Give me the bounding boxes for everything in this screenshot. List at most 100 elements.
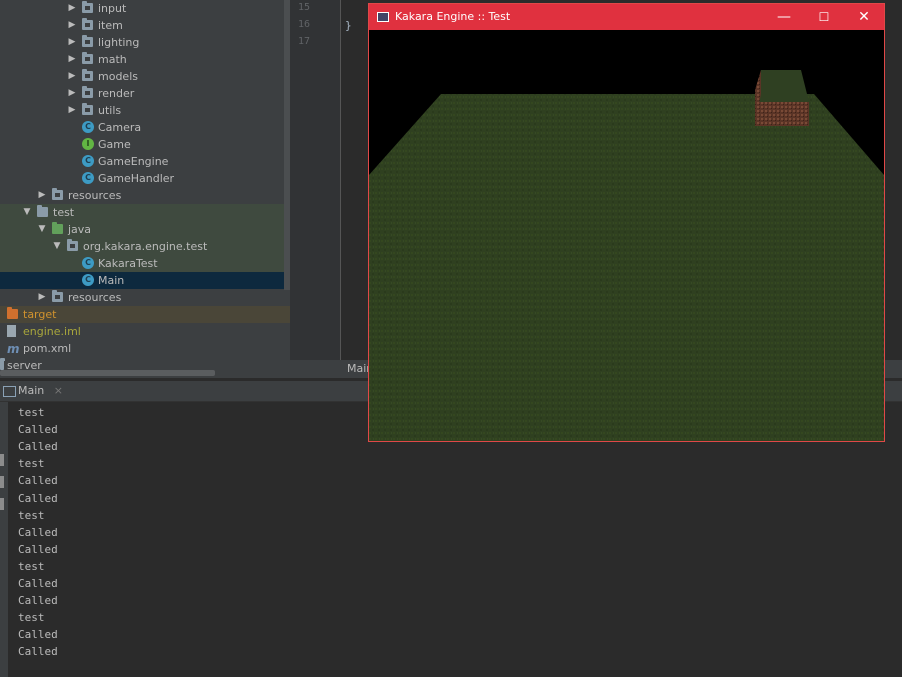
folder-icon	[7, 307, 18, 319]
app-icon	[377, 12, 389, 22]
class-icon: C	[82, 274, 94, 286]
collapsed-arrow-icon[interactable]: ▶	[67, 102, 77, 119]
tree-item-label: engine.iml	[23, 325, 81, 338]
tree-item[interactable]: ▶ math	[0, 51, 290, 68]
tree-item-label: Camera	[98, 121, 142, 134]
tree-item[interactable]: C GameEngine	[0, 153, 290, 170]
tree-item-label: resources	[68, 291, 122, 304]
close-window-button[interactable]: ✕	[845, 4, 883, 30]
expanded-arrow-icon[interactable]: ▼	[52, 238, 62, 255]
folder-icon	[82, 35, 93, 47]
folder-icon	[82, 52, 93, 64]
tree-item[interactable]: I Game	[0, 136, 290, 153]
collapsed-arrow-icon[interactable]: ▶	[67, 34, 77, 51]
tree-item[interactable]: m pom.xml	[0, 340, 290, 357]
game-window[interactable]: Kakara Engine :: Test — ☐ ✕	[368, 3, 885, 442]
tree-item-label: KakaraTest	[98, 257, 158, 270]
tree-item[interactable]: ▼ org.kakara.engine.test	[0, 238, 290, 255]
folder-icon	[52, 222, 63, 234]
tree-item[interactable]: ▶ models	[0, 68, 290, 85]
collapsed-arrow-icon[interactable]: ▶	[67, 17, 77, 34]
tree-item[interactable]: target	[0, 306, 290, 323]
folder-icon	[37, 205, 48, 217]
console-line: Called	[18, 645, 58, 659]
game-window-title: Kakara Engine :: Test	[395, 10, 511, 23]
code-line[interactable]: }	[345, 19, 352, 32]
collapsed-arrow-icon[interactable]: ▶	[67, 0, 77, 17]
console-line: Called	[18, 577, 58, 590]
class-icon: C	[82, 257, 94, 269]
run-tab-main[interactable]: Main ×	[0, 381, 73, 401]
tree-item-label: input	[98, 2, 127, 15]
tree-item-label: test	[53, 206, 75, 219]
tree-item[interactable]: C Main	[0, 272, 290, 289]
collapsed-arrow-icon[interactable]: ▶	[37, 289, 47, 306]
tree-item[interactable]: ▼ test	[0, 204, 290, 221]
console-line: Called	[18, 474, 58, 488]
console-line: test	[18, 559, 45, 573]
stop-icon[interactable]	[0, 476, 4, 488]
tree-item-label: Main	[98, 274, 125, 287]
maximize-button[interactable]: ☐	[805, 4, 843, 30]
game-viewport[interactable]	[369, 30, 884, 441]
tree-item[interactable]: ▶ render	[0, 85, 290, 102]
minimize-button[interactable]: —	[765, 4, 803, 30]
folder-icon	[82, 1, 93, 13]
line-number: 15	[298, 2, 311, 13]
tree-item-label: lighting	[98, 36, 140, 49]
horizontal-scrollbar[interactable]	[0, 370, 215, 376]
run-tab-label: Main	[18, 384, 45, 397]
tree-item-label: models	[98, 70, 138, 83]
tree-item[interactable]: C GameHandler	[0, 170, 290, 187]
tree-item[interactable]: C Camera	[0, 119, 290, 136]
tree-item-label: Game	[98, 138, 131, 151]
tree-item-label: pom.xml	[23, 342, 72, 355]
collapsed-arrow-icon[interactable]: ▶	[67, 51, 77, 68]
folder-icon	[52, 188, 63, 200]
console-line: test	[18, 611, 45, 625]
tree-item-label: resources	[68, 189, 122, 202]
project-tree: ▶ input ▶ item ▶ lighting ▶ math ▶ models ▶ render ▶…	[0, 0, 290, 378]
collapsed-arrow-icon[interactable]: ▶	[37, 187, 47, 204]
collapsed-arrow-icon[interactable]: ▶	[67, 85, 77, 102]
tree-item[interactable]: ▶ resources	[0, 289, 290, 306]
package-icon	[67, 239, 78, 251]
tree-item-label: item	[98, 19, 123, 32]
run-console-icon	[3, 386, 16, 397]
line-number: 17	[298, 36, 311, 47]
console-line: Called	[18, 440, 58, 454]
module-icon	[0, 358, 5, 370]
console-line: test	[18, 508, 45, 522]
module-file-icon	[7, 325, 16, 337]
console-line: Called	[18, 423, 58, 437]
tree-item[interactable]: C KakaraTest	[0, 255, 290, 272]
expanded-arrow-icon[interactable]: ▼	[37, 221, 47, 238]
tree-item[interactable]: ▶ utils	[0, 102, 290, 119]
class-icon: C	[82, 172, 94, 184]
console-line: Called	[18, 525, 58, 539]
maven-icon: m	[7, 342, 20, 356]
tree-item[interactable]: ▶ item	[0, 17, 290, 34]
console-line: Called	[18, 542, 58, 556]
console-line: test	[18, 457, 45, 471]
tree-item-label: GameHandler	[98, 172, 175, 185]
folder-icon	[52, 290, 63, 302]
expanded-arrow-icon[interactable]: ▼	[22, 204, 32, 221]
scroll-icon[interactable]	[0, 498, 4, 510]
tree-item[interactable]: engine.iml	[0, 323, 290, 340]
collapsed-arrow-icon[interactable]: ▶	[67, 68, 77, 85]
tree-item[interactable]: ▶ lighting	[0, 34, 290, 51]
tree-item-label: org.kakara.engine.test	[83, 240, 208, 253]
tree-item[interactable]: ▼ java	[0, 221, 290, 238]
tree-item[interactable]: ▶ resources	[0, 187, 290, 204]
interface-icon: I	[82, 138, 94, 150]
tree-item-label: render	[98, 87, 135, 100]
tree-item[interactable]: ▶ input	[0, 0, 290, 17]
dirt-block	[755, 70, 809, 126]
game-window-titlebar[interactable]: Kakara Engine :: Test — ☐ ✕	[369, 4, 884, 30]
rerun-icon[interactable]	[0, 454, 4, 466]
console-output[interactable]: test Called Called test Called Called test Call…	[8, 402, 902, 677]
ground-plane	[369, 94, 884, 441]
close-icon[interactable]: ×	[54, 384, 63, 397]
game-scene	[369, 30, 884, 441]
